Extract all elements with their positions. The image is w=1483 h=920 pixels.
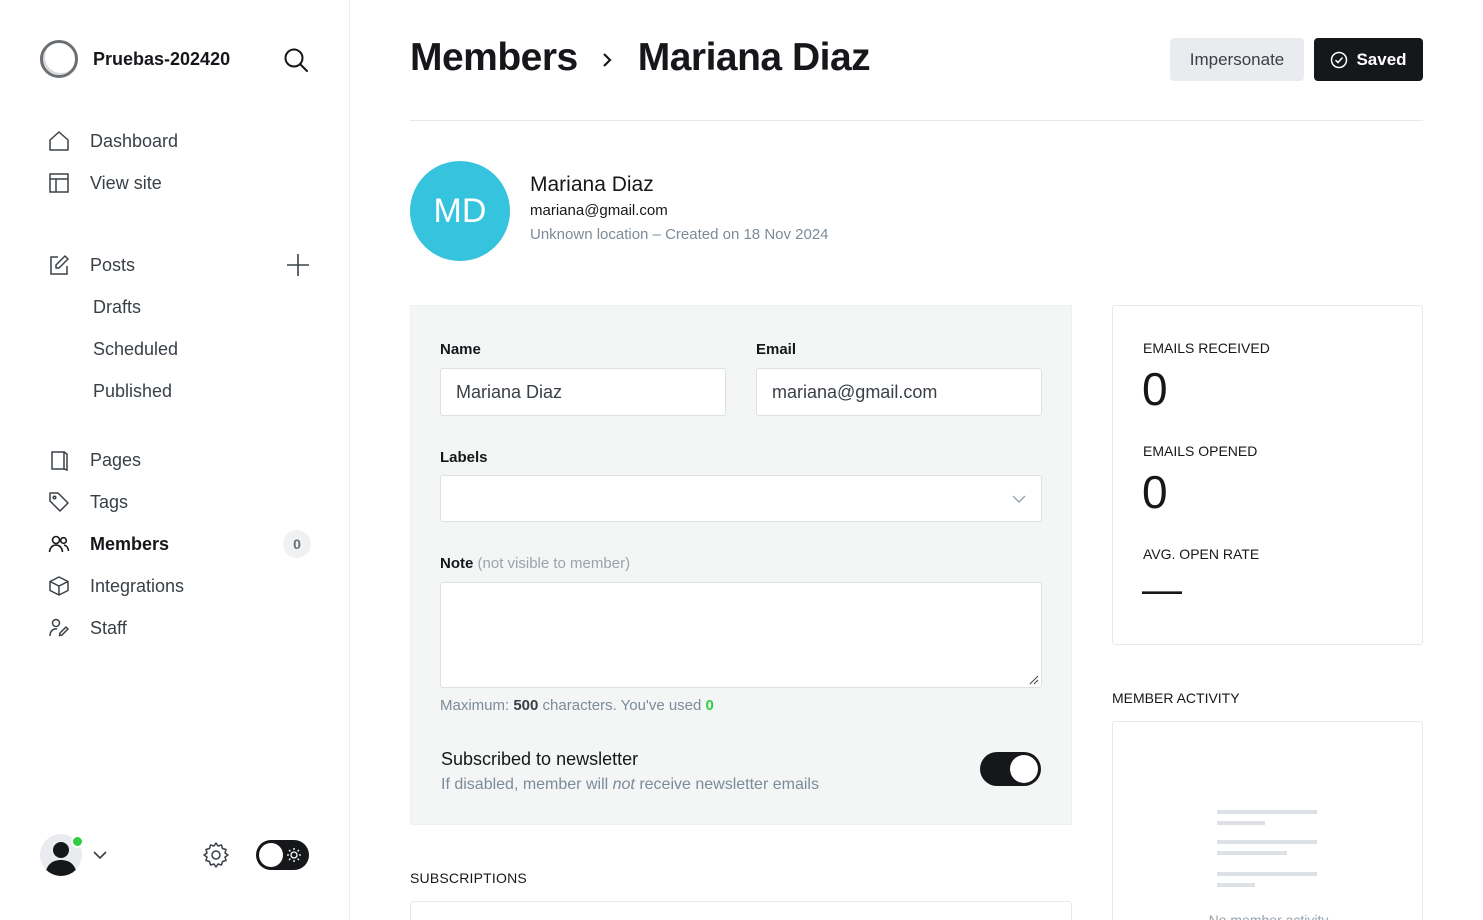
gear-icon[interactable] (202, 841, 230, 869)
sidebar-item-label: Published (93, 380, 173, 401)
tag-icon (46, 489, 72, 515)
page-title: Mariana Diaz (637, 36, 871, 79)
chevron-right-icon (602, 53, 612, 67)
member-form: Name Mariana Diaz Email mariana@gmail.co… (410, 305, 1072, 825)
sidebar-item-drafts[interactable]: Drafts (46, 292, 316, 322)
email-field[interactable]: mariana@gmail.com (756, 368, 1042, 416)
sidebar-item-label: View site (90, 172, 162, 193)
saved-button[interactable]: Saved (1314, 38, 1423, 81)
open-rate-value: — (1142, 568, 1182, 612)
note-textarea[interactable] (440, 582, 1042, 688)
sidebar-item-label: Integrations (90, 575, 185, 596)
hint-used: 0 (705, 697, 714, 714)
sidebar-footer (40, 834, 310, 876)
newsletter-description: If disabled, member will not receive new… (441, 776, 819, 794)
hint-max: 500 (513, 697, 539, 714)
name-label: Name (440, 341, 481, 358)
check-circle-icon (1331, 51, 1348, 68)
note-char-counter: Maximum: 500 characters. You've used 0 (440, 697, 714, 714)
sidebar-item-label: Drafts (93, 296, 142, 317)
sidebar-item-scheduled[interactable]: Scheduled (46, 334, 316, 364)
email-label: Email (756, 341, 797, 358)
sidebar-item-integrations[interactable]: Integrations (46, 571, 316, 601)
staff-icon (46, 615, 72, 641)
search-icon[interactable] (282, 46, 310, 74)
member-activity-heading: MEMBER ACTIVITY (1112, 690, 1240, 706)
open-rate-label: AVG. OPEN RATE (1143, 546, 1260, 562)
chevron-down-icon[interactable] (92, 848, 108, 862)
hint-middle: characters. You've used (542, 697, 702, 714)
cube-icon (46, 573, 72, 599)
hint-prefix: Maximum: (440, 697, 510, 714)
site-logo (40, 40, 78, 78)
online-status-dot (71, 835, 84, 848)
member-activity-panel: No member activity (1112, 721, 1423, 920)
layout-icon (46, 170, 72, 196)
pencil-square-icon (46, 252, 72, 278)
users-icon (46, 531, 72, 557)
breadcrumb-members-link[interactable]: Members (410, 36, 578, 80)
emails-received-label: EMAILS RECEIVED (1143, 340, 1270, 356)
sidebar-item-view-site[interactable]: View site (46, 168, 316, 198)
breadcrumb: Members Mariana Diaz (410, 36, 871, 80)
newsletter-desc-before: If disabled, member will (441, 776, 609, 793)
sidebar-item-label: Staff (90, 617, 127, 638)
newsletter-title: Subscribed to newsletter (441, 749, 639, 769)
sidebar-item-staff[interactable]: Staff (46, 613, 316, 643)
impersonate-button[interactable]: Impersonate (1170, 38, 1304, 81)
sidebar-item-published[interactable]: Published (46, 376, 316, 406)
member-name: Mariana Diaz (530, 173, 654, 196)
sidebar-item-label: Dashboard (90, 130, 179, 151)
sidebar: Pruebas-202420 Dashboard View site Posts… (0, 0, 350, 920)
note-label-text: Note (440, 555, 474, 572)
subscriptions-panel (410, 901, 1072, 920)
sidebar-item-label: Posts (90, 254, 136, 275)
theme-toggle-knob (259, 843, 283, 867)
sidebar-item-tags[interactable]: Tags (46, 487, 316, 517)
sun-icon (287, 848, 301, 862)
members-count-badge: 0 (283, 530, 311, 558)
sidebar-item-pages[interactable]: Pages (46, 445, 316, 475)
empty-list-icon (1217, 810, 1317, 887)
emails-received-value: 0 (1142, 363, 1168, 415)
sidebar-item-label: Members (90, 533, 170, 554)
resize-handle-icon[interactable] (1029, 675, 1039, 685)
site-name: Pruebas-202420 (93, 48, 231, 69)
site-header[interactable]: Pruebas-202420 (40, 40, 230, 78)
email-stats-card: EMAILS RECEIVED 0 EMAILS OPENED 0 AVG. O… (1112, 305, 1423, 645)
sidebar-item-dashboard[interactable]: Dashboard (46, 126, 316, 156)
theme-toggle[interactable] (256, 840, 309, 870)
emails-opened-value: 0 (1142, 466, 1168, 518)
member-meta: Unknown location – Created on 18 Nov 202… (530, 226, 829, 243)
name-field[interactable]: Mariana Diaz (440, 368, 726, 416)
newsletter-toggle-knob (1010, 755, 1038, 783)
page-header: Members Mariana Diaz Impersonate Saved (410, 0, 1423, 121)
subscriptions-heading: SUBSCRIPTIONS (410, 870, 527, 886)
note-label-muted: (not visible to member) (477, 555, 631, 572)
labels-label: Labels (440, 449, 488, 466)
sidebar-item-posts[interactable]: Posts (46, 250, 316, 280)
saved-button-label: Saved (1356, 49, 1407, 69)
sidebar-item-label: Scheduled (93, 338, 179, 359)
sidebar-item-label: Pages (90, 449, 142, 470)
plus-icon[interactable] (286, 253, 310, 277)
newsletter-desc-em: not (612, 776, 635, 793)
labels-select[interactable] (440, 475, 1042, 522)
member-email: mariana@gmail.com (530, 202, 668, 219)
house-icon (46, 128, 72, 154)
member-avatar: MD (410, 161, 510, 261)
newsletter-desc-after: receive newsletter emails (639, 776, 819, 793)
note-label: Note (not visible to member) (440, 555, 630, 572)
emails-opened-label: EMAILS OPENED (1143, 443, 1258, 459)
newsletter-toggle[interactable] (980, 752, 1041, 786)
sidebar-item-label: Tags (90, 491, 129, 512)
empty-activity-text: No member activity (1208, 912, 1329, 920)
sidebar-item-members[interactable]: Members 0 (46, 529, 316, 559)
chevron-down-icon (1012, 495, 1026, 503)
book-icon (46, 447, 72, 473)
